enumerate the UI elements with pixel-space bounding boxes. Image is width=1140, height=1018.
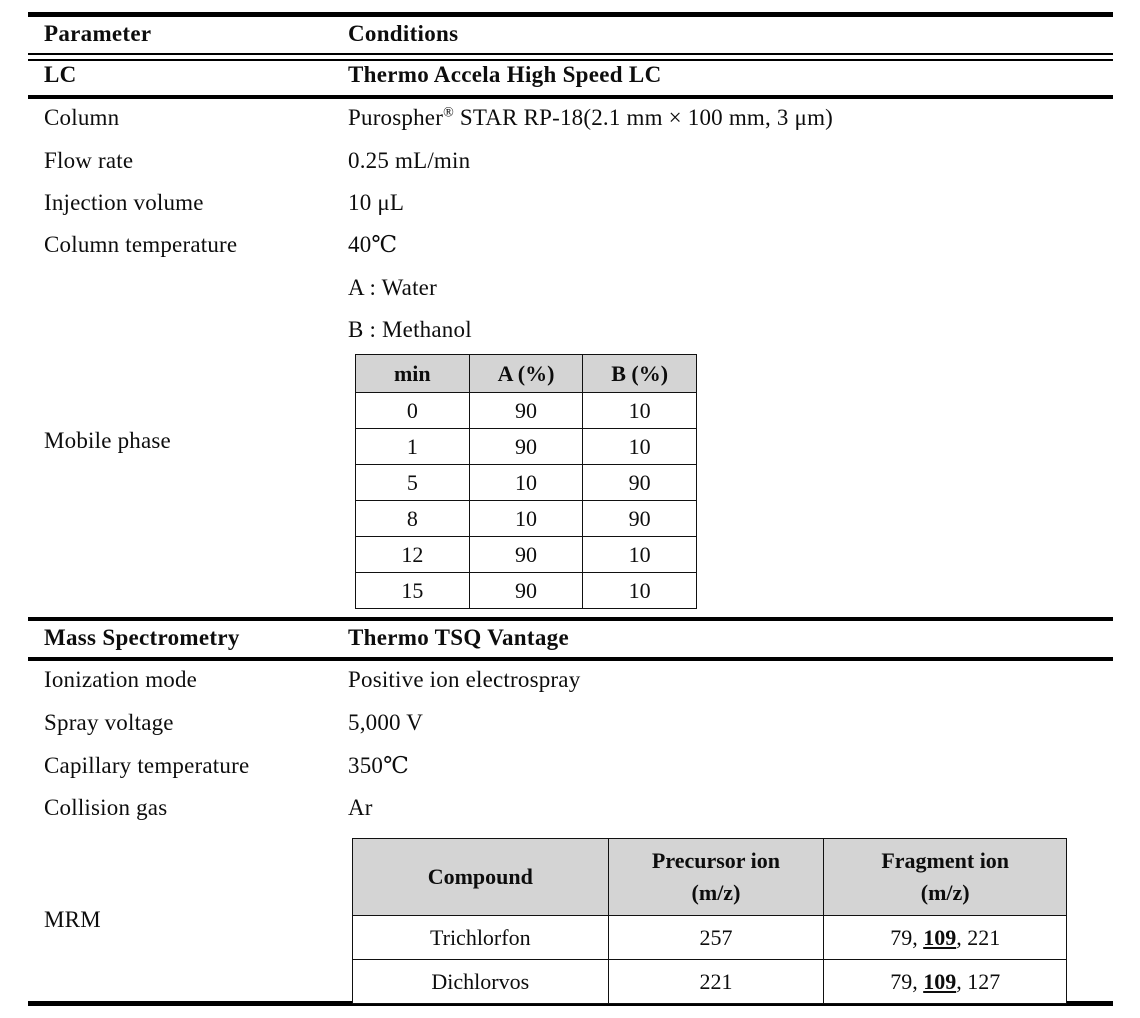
mrm-transitions-table: Compound Precursor ion (m/z) Fragment io… xyxy=(352,838,1067,1004)
table-row: Trichlorfon 257 79, 109, 221 xyxy=(352,915,1067,960)
section-label-mass-spectrometry: Mass Spectrometry xyxy=(44,625,240,650)
gradient-cell-min: 12 xyxy=(355,536,470,573)
row-label-column-temperature: Column temperature xyxy=(44,232,238,257)
mrm-col-precursor-line1: Precursor ion xyxy=(651,848,781,874)
gradient-cell-min: 5 xyxy=(355,464,470,501)
row-label-ionization-mode: Ionization mode xyxy=(44,667,198,692)
header-rule-lower xyxy=(28,59,1113,61)
gradient-cell-a: 90 xyxy=(468,536,584,573)
gradient-col-a: A (%) xyxy=(468,354,584,393)
mrm-cell-compound: Trichlorfon xyxy=(352,915,609,960)
lc-section-rule xyxy=(28,95,1113,99)
row-value-collision-gas: Ar xyxy=(348,795,373,820)
mobile-phase-solvent-a: A : Water xyxy=(348,275,437,300)
gradient-cell-b: 10 xyxy=(582,572,697,609)
gradient-cell-a: 10 xyxy=(468,500,584,537)
mrm-col-precursor-line2: (m/z) xyxy=(691,880,741,905)
ms-section-top-rule xyxy=(28,617,1113,621)
row-value-spray-voltage: 5,000 V xyxy=(348,710,424,735)
fragment-pre: 79, xyxy=(890,968,924,994)
column-header-conditions: Conditions xyxy=(348,21,459,46)
column-value-spec: STAR RP-18(2.1 mm × 100 mm, 3 μm) xyxy=(453,105,834,130)
fragment-post: , 127 xyxy=(956,968,1001,994)
gradient-cell-a: 10 xyxy=(468,464,584,501)
row-label-column: Column xyxy=(44,105,120,130)
gradient-cell-b: 90 xyxy=(582,464,697,501)
gradient-cell-min: 15 xyxy=(355,572,470,609)
mrm-col-fragment-ion: Fragment ion (m/z) xyxy=(823,838,1067,916)
gradient-cell-b: 10 xyxy=(582,428,697,465)
mrm-cell-precursor: 221 xyxy=(607,959,825,1004)
mrm-col-fragment-line2: (m/z) xyxy=(920,880,970,905)
gradient-program-table: min A (%) B (%) 0 90 10 1 90 10 5 10 90 xyxy=(355,354,697,609)
section-instrument-mass-spectrometry: Thermo TSQ Vantage xyxy=(348,625,569,650)
fragment-pre: 79, xyxy=(890,924,924,950)
gradient-cell-min: 0 xyxy=(355,392,470,429)
section-instrument-lc: Thermo Accela High Speed LC xyxy=(348,62,662,87)
table-row: 12 90 10 xyxy=(355,536,697,573)
row-label-mobile-phase: Mobile phase xyxy=(44,428,171,453)
mrm-cell-fragment: 79, 109, 127 xyxy=(823,959,1067,1004)
mrm-col-precursor-ion: Precursor ion (m/z) xyxy=(607,838,825,916)
mrm-col-compound: Compound xyxy=(352,838,609,916)
row-label-collision-gas: Collision gas xyxy=(44,795,168,820)
ms-section-bottom-rule xyxy=(28,657,1113,661)
row-value-capillary-temperature: 350℃ xyxy=(348,753,410,778)
table-row: 15 90 10 xyxy=(355,572,697,609)
gradient-cell-b: 10 xyxy=(582,536,697,573)
row-label-flow-rate: Flow rate xyxy=(44,148,134,173)
table-row: Dichlorvos 221 79, 109, 127 xyxy=(352,959,1067,1004)
section-label-lc: LC xyxy=(44,62,77,87)
mrm-cell-compound: Dichlorvos xyxy=(352,959,609,1004)
fragment-quantifier: 109 xyxy=(923,968,957,994)
gradient-header-row: min A (%) B (%) xyxy=(355,354,697,393)
table-row: 5 10 90 xyxy=(355,464,697,501)
gradient-cell-b: 90 xyxy=(582,500,697,537)
gradient-cell-min: 1 xyxy=(355,428,470,465)
fragment-quantifier: 109 xyxy=(923,924,957,950)
gradient-cell-a: 90 xyxy=(468,572,584,609)
mobile-phase-solvent-b: B : Methanol xyxy=(348,317,472,342)
row-value-injection-volume: 10 μL xyxy=(348,190,405,215)
table-top-rule xyxy=(28,12,1113,17)
row-value-flow-rate: 0.25 mL/min xyxy=(348,148,471,173)
table-row: 8 10 90 xyxy=(355,500,697,537)
gradient-cell-a: 90 xyxy=(468,392,584,429)
column-header-parameter: Parameter xyxy=(44,21,152,46)
gradient-col-min: min xyxy=(355,354,470,393)
mrm-cell-fragment: 79, 109, 221 xyxy=(823,915,1067,960)
row-value-ionization-mode: Positive ion electrospray xyxy=(348,667,581,692)
row-label-spray-voltage: Spray voltage xyxy=(44,710,174,735)
row-value-column: Purospher® STAR RP-18(2.1 mm × 100 mm, 3… xyxy=(348,106,833,129)
row-value-column-temperature: 40℃ xyxy=(348,232,398,257)
gradient-cell-b: 10 xyxy=(582,392,697,429)
row-label-injection-volume: Injection volume xyxy=(44,190,204,215)
gradient-col-b: B (%) xyxy=(582,354,697,393)
table-row: 1 90 10 xyxy=(355,428,697,465)
fragment-post: , 221 xyxy=(956,924,1001,950)
table-row: 0 90 10 xyxy=(355,392,697,429)
row-label-capillary-temperature: Capillary temperature xyxy=(44,753,250,778)
column-value-brand: Purospher xyxy=(348,105,444,130)
registered-trademark-icon: ® xyxy=(443,105,454,121)
gradient-cell-a: 90 xyxy=(468,428,584,465)
row-label-mrm: MRM xyxy=(44,907,101,932)
mrm-col-fragment-line1: Fragment ion xyxy=(881,848,1010,874)
mrm-header-row: Compound Precursor ion (m/z) Fragment io… xyxy=(352,838,1067,916)
parameters-table-figure: Parameter Conditions LC Thermo Accela Hi… xyxy=(0,0,1140,1018)
mrm-cell-precursor: 257 xyxy=(607,915,825,960)
gradient-cell-min: 8 xyxy=(355,500,470,537)
header-rule-upper xyxy=(28,53,1113,55)
